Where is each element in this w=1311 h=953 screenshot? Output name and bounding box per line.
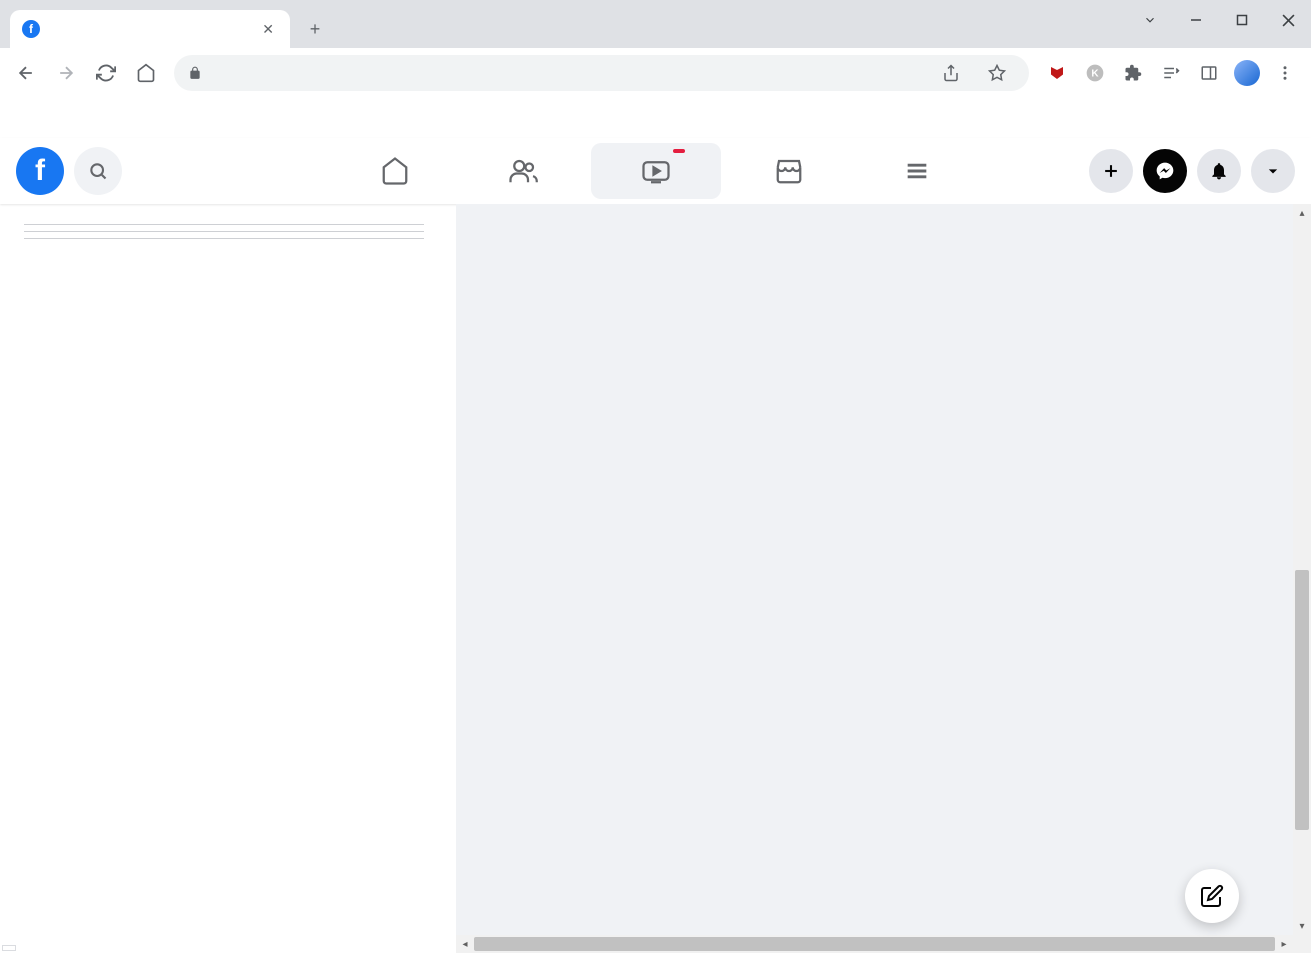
settings-sidebar bbox=[0, 204, 456, 953]
minimize-icon[interactable] bbox=[1173, 0, 1219, 40]
browser-tab[interactable]: f ✕ bbox=[10, 10, 290, 48]
nav-marketplace[interactable] bbox=[729, 143, 849, 199]
facebook-header: f bbox=[0, 138, 1311, 204]
lock-icon bbox=[188, 66, 202, 80]
browser-toolbar: K bbox=[0, 48, 1311, 98]
nav-home[interactable] bbox=[335, 143, 455, 199]
forward-button[interactable] bbox=[48, 55, 84, 91]
close-window-icon[interactable] bbox=[1265, 0, 1311, 40]
nav-watch[interactable] bbox=[591, 143, 721, 199]
status-bar bbox=[2, 945, 16, 951]
new-tab-button[interactable]: + bbox=[300, 14, 330, 44]
create-button[interactable] bbox=[1089, 149, 1133, 193]
facebook-favicon: f bbox=[22, 20, 40, 38]
account-button[interactable] bbox=[1251, 149, 1295, 193]
search-button[interactable] bbox=[74, 147, 122, 195]
close-tab-icon[interactable]: ✕ bbox=[258, 19, 278, 40]
vertical-scrollbar[interactable]: ▴ ▾ bbox=[1293, 204, 1311, 953]
share-icon[interactable] bbox=[933, 55, 969, 91]
chrome-menu-icon[interactable] bbox=[1267, 55, 1303, 91]
home-button[interactable] bbox=[128, 55, 164, 91]
browser-titlebar: f ✕ + bbox=[0, 0, 1311, 48]
extensions-icon[interactable] bbox=[1115, 55, 1151, 91]
svg-text:K: K bbox=[1091, 68, 1099, 79]
media-control-icon[interactable] bbox=[1153, 55, 1189, 91]
main-panel bbox=[456, 204, 1311, 953]
nav-menu[interactable] bbox=[857, 143, 977, 199]
window-controls bbox=[1127, 0, 1311, 40]
facebook-logo[interactable]: f bbox=[16, 147, 64, 195]
profile-avatar[interactable] bbox=[1229, 55, 1265, 91]
browser-chrome: f ✕ + K bbox=[0, 0, 1311, 138]
bookmark-icon[interactable] bbox=[979, 55, 1015, 91]
messenger-button[interactable] bbox=[1143, 149, 1187, 193]
mcafee-icon[interactable] bbox=[1039, 55, 1075, 91]
edit-fab[interactable] bbox=[1185, 869, 1239, 923]
notifications-button[interactable] bbox=[1197, 149, 1241, 193]
nav-friends[interactable] bbox=[463, 143, 583, 199]
reload-button[interactable] bbox=[88, 55, 124, 91]
back-button[interactable] bbox=[8, 55, 44, 91]
watch-badge bbox=[673, 149, 685, 153]
horizontal-scrollbar[interactable]: ◂ ▸ bbox=[456, 935, 1293, 953]
address-bar[interactable] bbox=[174, 55, 1029, 91]
browser-right-buttons: K bbox=[1039, 55, 1303, 91]
maximize-icon[interactable] bbox=[1219, 0, 1265, 40]
side-panel-icon[interactable] bbox=[1191, 55, 1227, 91]
extension-k-icon[interactable]: K bbox=[1077, 55, 1113, 91]
chevron-down-icon[interactable] bbox=[1127, 0, 1173, 40]
